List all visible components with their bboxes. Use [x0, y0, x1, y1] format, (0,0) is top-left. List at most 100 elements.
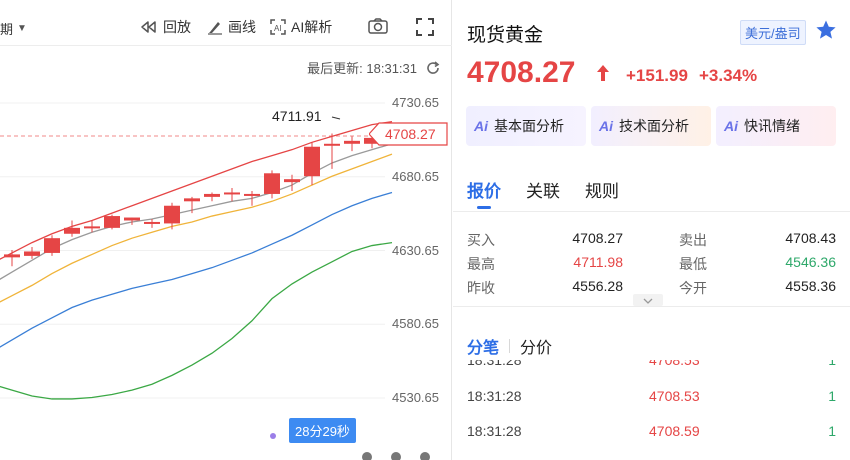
- divider: [453, 306, 850, 307]
- trade-row: 18:31:28 4708.59 1: [453, 423, 850, 443]
- y-tick-label: 4530.65: [392, 390, 439, 405]
- candle-body: [324, 143, 340, 146]
- trade-row: 18:31:28 4708.53 1: [453, 388, 850, 408]
- high-marker-label: 4711.91: [272, 108, 322, 124]
- candle-body: [224, 192, 240, 195]
- ai-technical-analysis-card[interactable]: Ai 技术面分析: [591, 106, 711, 146]
- ai-scan-icon: AI: [270, 19, 286, 35]
- event-dot[interactable]: [270, 433, 276, 439]
- price-change-percent: +3.34%: [699, 66, 758, 85]
- candle-body: [264, 173, 280, 194]
- candle-body: [204, 193, 220, 197]
- candle-body: [24, 251, 40, 256]
- y-tick-label: 4680.65: [392, 169, 439, 184]
- quote-panel: 现货黄金 美元/盎司 4708.27 +151.99 +3.34% Ai 基本面…: [453, 0, 850, 460]
- trade-price: 4708.59: [649, 423, 700, 439]
- y-tick-label: 4630.65: [392, 243, 439, 258]
- ai-analysis-label: AI解析: [291, 19, 333, 35]
- stat-label-bid: 买入: [467, 232, 495, 248]
- camera-icon: [368, 18, 388, 34]
- fullscreen-button[interactable]: [416, 18, 439, 36]
- ai-icon: Ai: [724, 118, 738, 134]
- subtab-price-level[interactable]: 分价: [520, 334, 552, 358]
- y-tick-label: 4730.65: [392, 95, 439, 110]
- tab-quote[interactable]: 报价: [467, 177, 501, 202]
- stat-value-low: 4546.36: [785, 254, 836, 270]
- last-price: 4708.27: [467, 56, 576, 89]
- ai-fundamental-analysis-card[interactable]: Ai 基本面分析: [466, 106, 586, 146]
- draw-line-label: 画线: [228, 19, 256, 35]
- ai-card-label: 快讯情绪: [744, 118, 800, 134]
- rewind-icon: [141, 21, 156, 33]
- candle-body: [184, 198, 200, 202]
- candle-body: [44, 238, 60, 253]
- high-marker-pointer: [331, 116, 341, 120]
- ma-line-3: [0, 191, 393, 348]
- candle-body: [104, 216, 120, 228]
- tab-rules[interactable]: 规则: [585, 177, 619, 202]
- candle-body: [124, 217, 140, 221]
- stat-label-open: 今开: [679, 280, 707, 296]
- candle-body: [304, 146, 320, 177]
- ai-analysis-button[interactable]: AI AI解析: [270, 17, 332, 37]
- candle-body: [4, 254, 20, 258]
- expand-stats-button[interactable]: [633, 294, 663, 306]
- screenshot-button[interactable]: [368, 18, 393, 34]
- current-price-tag: 4708.27: [368, 122, 449, 146]
- candle-body: [244, 193, 260, 196]
- favorite-star-icon[interactable]: [815, 19, 837, 41]
- ai-card-label: 技术面分析: [619, 118, 689, 134]
- trade-price: 4708.53: [649, 360, 700, 368]
- tab-related[interactable]: 关联: [526, 177, 560, 202]
- trade-subtabs: 分笔 分价: [467, 334, 552, 358]
- stat-label-low: 最低: [679, 256, 707, 272]
- ai-news-sentiment-card[interactable]: Ai 快讯情绪: [716, 106, 836, 146]
- active-tab-indicator: [477, 206, 491, 209]
- period-label: 期: [0, 22, 14, 37]
- app-root: 期 ▼ 回放 画线 AI AI解析 最后更新: 18:31:31 4730.65…: [0, 0, 850, 460]
- replay-button[interactable]: 回放: [140, 17, 191, 37]
- trade-volume: 1: [828, 423, 836, 439]
- stat-value-prev-close: 4556.28: [572, 278, 623, 294]
- ai-card-label: 基本面分析: [494, 118, 564, 134]
- settings-dot-icon[interactable]: [362, 452, 372, 460]
- trade-volume: 1: [828, 360, 836, 368]
- last-update: 最后更新: 18:31:31: [307, 58, 441, 77]
- candle-body: [144, 221, 160, 224]
- candle-body: [84, 226, 100, 229]
- unit-badge[interactable]: 美元/盎司: [740, 20, 806, 45]
- chart-toolbar: 期 ▼ 回放 画线 AI AI解析: [0, 0, 452, 46]
- trade-price: 4708.53: [649, 388, 700, 404]
- price-change: +151.99: [626, 66, 688, 85]
- last-update-text: 最后更新: 18:31:31: [307, 61, 417, 76]
- stat-label-high: 最高: [467, 256, 495, 272]
- stat-value-bid: 4708.27: [572, 230, 623, 246]
- candle-body: [64, 227, 80, 234]
- chart-panel: 期 ▼ 回放 画线 AI AI解析 最后更新: 18:31:31 4730.65…: [0, 0, 452, 460]
- stat-value-ask: 4708.43: [785, 230, 836, 246]
- clock-icon[interactable]: [420, 452, 430, 460]
- subtab-tick[interactable]: 分笔: [467, 334, 499, 358]
- candle-body: [164, 205, 180, 224]
- instrument-title: 现货黄金: [467, 25, 544, 46]
- trade-time: 18:31:28: [467, 388, 522, 404]
- stat-label-ask: 卖出: [679, 232, 707, 248]
- trade-time: 18:31:28: [467, 423, 522, 439]
- draw-line-button[interactable]: 画线: [207, 17, 256, 37]
- trade-row-scrolled: 18:31:28 4708.53 1: [453, 360, 850, 368]
- y-tick-label: 4580.65: [392, 316, 439, 331]
- replay-label: 回放: [163, 19, 191, 35]
- pen-icon: [208, 22, 222, 35]
- gear-icon[interactable]: [391, 452, 401, 460]
- current-price-tag-text: 4708.27: [385, 126, 436, 142]
- period-select[interactable]: 期 ▼: [0, 19, 27, 38]
- candle-countdown: 28分29秒: [289, 418, 356, 443]
- stat-value-high: 4711.98: [573, 254, 623, 270]
- quote-tabs: 报价 关联 规则: [453, 168, 850, 212]
- fullscreen-icon: [416, 18, 434, 36]
- stat-value-open: 4558.36: [785, 278, 836, 294]
- refresh-icon[interactable]: [425, 60, 441, 76]
- ma-line-4: [0, 241, 393, 400]
- ai-icon: Ai: [599, 118, 613, 134]
- chevron-down-icon: ▼: [17, 23, 27, 34]
